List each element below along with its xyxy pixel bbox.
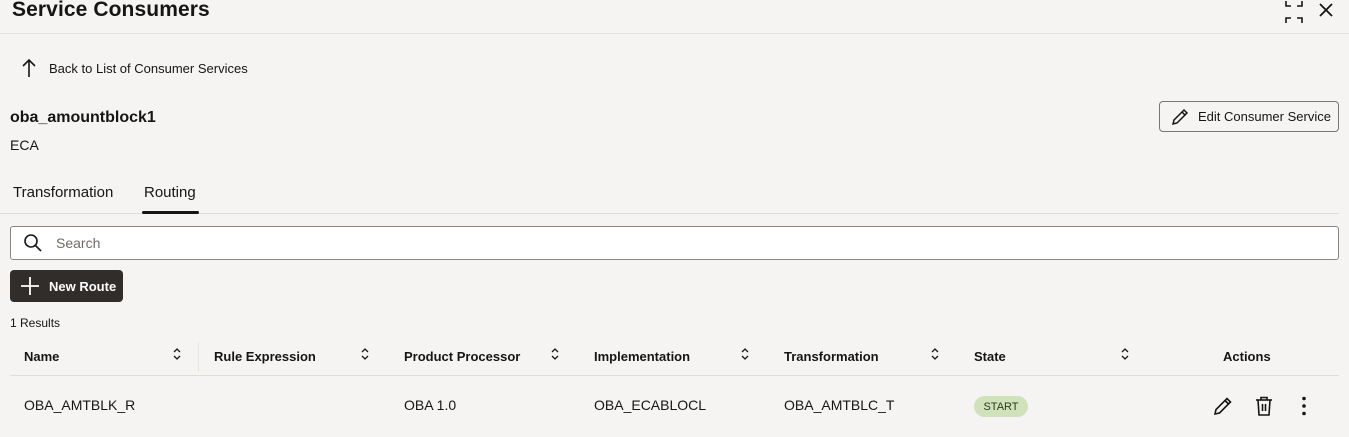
- sort-icon[interactable]: [928, 347, 942, 361]
- search-input[interactable]: [56, 235, 1338, 251]
- cell-name: OBA_AMTBLK_R: [24, 397, 136, 413]
- trash-icon[interactable]: [1253, 395, 1275, 417]
- tab-bar: Transformation Routing: [0, 176, 1339, 214]
- sort-icon[interactable]: [1118, 347, 1132, 361]
- sort-icon[interactable]: [358, 347, 372, 361]
- search-field: [10, 226, 1339, 260]
- service-name: oba_amountblock1: [10, 109, 156, 126]
- service-type: ECA: [10, 137, 39, 153]
- cell-product-processor: OBA 1.0: [404, 397, 457, 413]
- plus-icon: [21, 277, 39, 295]
- sort-icon[interactable]: [738, 347, 752, 361]
- column-header-state: State: [974, 348, 1006, 364]
- cell-implementation: OBA_ECABLOCL: [594, 397, 707, 413]
- table-header: Name Rule Expression Product Processor I…: [10, 338, 1339, 376]
- new-route-button[interactable]: New Route: [10, 270, 123, 302]
- search-icon: [24, 234, 42, 252]
- column-header-name: Name: [24, 348, 60, 364]
- edit-consumer-service-button[interactable]: Edit Consumer Service: [1159, 101, 1339, 132]
- pencil-icon[interactable]: [1212, 395, 1234, 417]
- pencil-icon: [1171, 108, 1189, 125]
- sort-icon[interactable]: [548, 347, 562, 361]
- column-divider: [198, 342, 199, 372]
- table-row[interactable]: OBA_AMTBLK_R OBA 1.0 OBA_ECABLOCL OBA_AM…: [10, 377, 1339, 437]
- column-header-transformation: Transformation: [784, 348, 879, 364]
- cell-transformation: OBA_AMTBLC_T: [784, 397, 895, 413]
- state-badge: START: [974, 396, 1028, 417]
- edit-button-label: Edit Consumer Service: [1198, 109, 1331, 124]
- column-header-implementation: Implementation: [594, 348, 691, 364]
- tab-transformation[interactable]: Transformation: [13, 184, 113, 201]
- more-options-icon[interactable]: [1293, 395, 1315, 417]
- tab-routing[interactable]: Routing: [142, 184, 199, 214]
- column-header-rule-expression: Rule Expression: [214, 348, 316, 364]
- close-icon[interactable]: [1314, 0, 1338, 24]
- arrow-up-icon: [22, 58, 36, 77]
- back-to-list-link[interactable]: Back to List of Consumer Services: [18, 56, 248, 80]
- column-header-actions: Actions: [1223, 348, 1271, 364]
- collapse-icon[interactable]: [1282, 0, 1306, 24]
- new-route-label: New Route: [49, 278, 117, 294]
- results-count: 1 Results: [10, 316, 61, 330]
- page-title: Service Consumers: [12, 0, 210, 21]
- sort-icon[interactable]: [170, 347, 184, 361]
- page-header: Service Consumers: [0, 0, 1349, 34]
- column-header-product-processor: Product Processor: [404, 348, 521, 364]
- back-link-label: Back to List of Consumer Services: [49, 60, 248, 76]
